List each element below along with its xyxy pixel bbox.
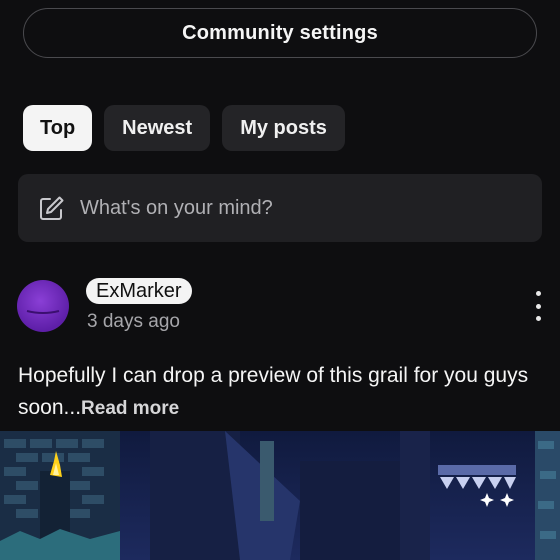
tab-top[interactable]: Top [23,105,93,151]
community-settings-button[interactable]: Community settings [23,8,537,58]
edit-icon [40,196,64,220]
read-more-link[interactable]: Read more [81,398,179,419]
feed-tabs: Top Newest My posts [23,105,345,151]
compose-placeholder: What's on your mind? [80,196,273,219]
avatar[interactable] [17,280,69,332]
tab-my-posts[interactable]: My posts [222,105,345,151]
post-body: Hopefully I can drop a preview of this g… [18,360,543,425]
avatar-face-icon [26,310,60,314]
post-author[interactable]: ExMarker [86,278,192,304]
post-image[interactable] [0,431,560,560]
compose-post-input[interactable]: What's on your mind? [18,174,542,242]
tab-newest[interactable]: Newest [104,105,211,151]
more-vertical-icon[interactable] [528,291,548,321]
post-timestamp: 3 days ago [87,311,180,332]
